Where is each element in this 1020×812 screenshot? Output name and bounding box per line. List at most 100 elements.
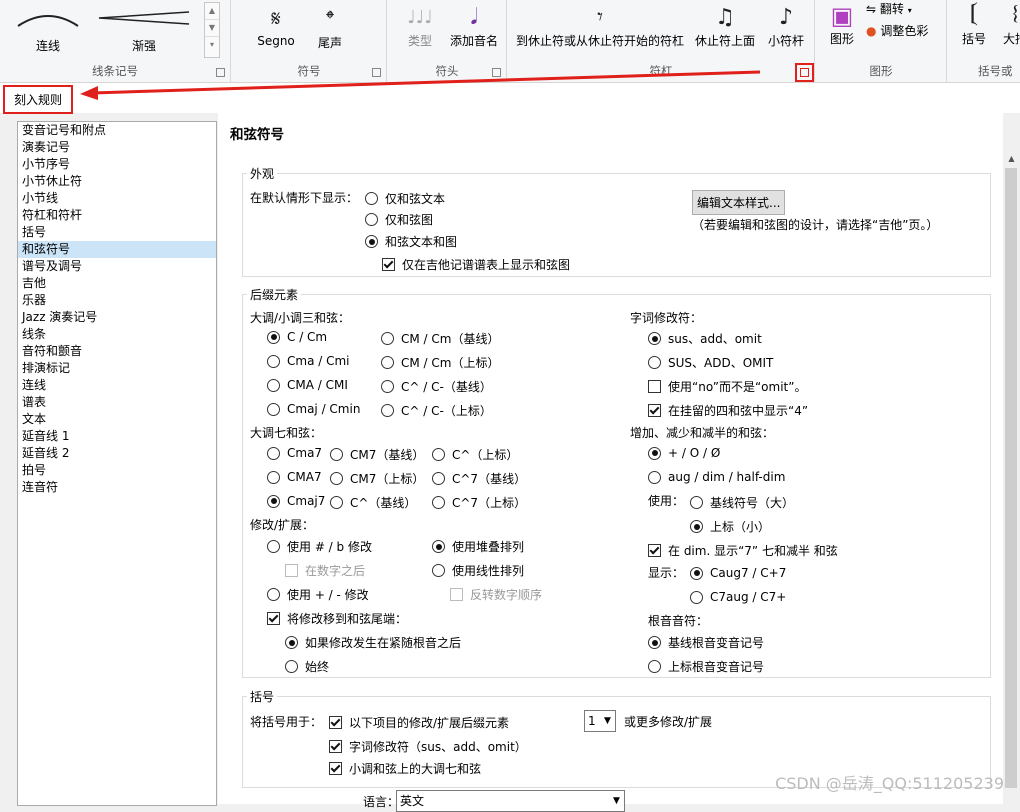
radio-icon[interactable] — [690, 496, 703, 509]
list-item[interactable]: 连线 — [18, 377, 216, 394]
segno-button[interactable]: 𝄋 Segno — [250, 6, 302, 48]
chevron-down-icon[interactable]: ▼ — [600, 711, 615, 731]
checkbox-bracket-mods[interactable]: 以下项目的修改/扩展后缀元素 — [329, 714, 509, 731]
brace-button[interactable]: 𝄔 大括 — [1000, 2, 1020, 47]
radio-icon[interactable] — [267, 354, 280, 368]
checkbox-bracket-lyric[interactable]: 字词修改符（sus、add、omit） — [329, 738, 527, 755]
radio-linear[interactable]: 使用线性排列 — [432, 562, 524, 579]
checkbox-reverse-order[interactable]: 反转数字顺序 — [450, 586, 542, 603]
radio-triad-cm-superscript[interactable]: CM / Cm（上标） — [381, 354, 499, 371]
crescendo-button[interactable]: 渐强 — [96, 4, 192, 54]
radio-icon[interactable] — [267, 588, 280, 601]
radio-icon[interactable] — [285, 660, 298, 673]
radio-icon[interactable] — [381, 404, 394, 417]
list-item[interactable]: 延音线 1 — [18, 428, 216, 445]
list-item[interactable]: 拍号 — [18, 462, 216, 479]
checkbox-icon[interactable] — [329, 762, 342, 775]
radio-icon[interactable] — [267, 470, 280, 484]
beam-from-rest-button[interactable]: 𝄾 到休止符或从休止符开始的符杠 — [512, 4, 688, 49]
list-item[interactable]: 乐器 — [18, 292, 216, 309]
chevron-down-icon[interactable]: ▼ — [609, 791, 624, 811]
scroll-down-icon[interactable]: ▼ — [205, 20, 219, 37]
radio-triad-cma-cmi[interactable]: Cma / Cmi — [267, 354, 350, 368]
radio-icon[interactable] — [432, 540, 445, 553]
radio-icon[interactable] — [381, 332, 394, 345]
slur-button[interactable]: 连线 — [8, 4, 88, 54]
edit-text-style-button[interactable]: 编辑文本样式... — [692, 190, 786, 215]
radio-triad-caret-baseline[interactable]: C^ / C-（基线） — [381, 378, 492, 395]
flip-button[interactable]: ⇋ 翻转 ▾ — [866, 0, 912, 17]
list-item[interactable]: 谱表 — [18, 394, 216, 411]
checkbox-move-mods-to-end[interactable]: 将修改移到和弦尾端： — [267, 610, 407, 627]
list-item[interactable]: 吉他 — [18, 275, 216, 292]
radio-triad-c-cm[interactable]: C / Cm — [267, 330, 327, 344]
radio-triad-cma-cmi-caps[interactable]: CMA / CMI — [267, 378, 348, 392]
radio-icon[interactable] — [648, 446, 661, 460]
radio-icon[interactable] — [330, 496, 343, 509]
radio-maj7-cma7[interactable]: Cma7 — [267, 446, 322, 460]
checkbox-icon[interactable] — [648, 544, 661, 557]
checkbox-icon[interactable] — [285, 564, 298, 577]
list-item[interactable]: 小节序号 — [18, 156, 216, 173]
radio-baseline-large[interactable]: 基线符号（大） — [690, 494, 794, 511]
list-item[interactable]: 文本 — [18, 411, 216, 428]
checkbox-icon[interactable] — [329, 740, 342, 753]
bracket-button[interactable]: 𝄕 括号 — [958, 2, 990, 47]
radio-icon[interactable] — [267, 402, 280, 416]
content-scrollbar[interactable]: ▲ — [1003, 150, 1020, 804]
beam-over-rest-button[interactable]: ♫ 休止符上面 — [692, 4, 758, 49]
list-item[interactable]: 排演标记 — [18, 360, 216, 377]
radio-icon[interactable] — [690, 520, 703, 533]
adjust-color-button[interactable]: ● 调整色彩 — [866, 22, 928, 39]
radio-maj7-caret7-baseline[interactable]: C^7（基线） — [432, 470, 526, 487]
radio-if-after-root[interactable]: 如果修改发生在紧随根音之后 — [285, 634, 461, 651]
language-select[interactable]: 英文 ▼ — [396, 790, 625, 812]
checkbox-bracket-minor-maj7[interactable]: 小调和弦上的大调七和弦 — [329, 760, 481, 777]
checkbox-icon[interactable] — [267, 612, 280, 625]
list-item[interactable]: 演奏记号 — [18, 139, 216, 156]
radio-maj7-caret7-superscript[interactable]: C^7（上标） — [432, 494, 526, 511]
list-item[interactable]: 括号 — [18, 224, 216, 241]
radio-plus-minus-mod[interactable]: 使用 + / - 修改 — [267, 586, 369, 603]
scroll-up-icon[interactable]: ▲ — [205, 3, 219, 20]
list-item[interactable]: 谱号及调号 — [18, 258, 216, 275]
radio-sus-upper[interactable]: SUS、ADD、OMIT — [648, 354, 773, 371]
radio-root-superscript[interactable]: 上标根音变音记号 — [648, 658, 764, 675]
scroll-up-icon[interactable]: ▲ — [1003, 150, 1020, 167]
ribbon-gallery-scroll[interactable]: ▲ ▼ ▾ — [204, 2, 220, 58]
radio-icon[interactable] — [267, 494, 280, 508]
radio-always[interactable]: 始终 — [285, 658, 329, 675]
list-item[interactable]: 连音符 — [18, 479, 216, 496]
radio-icon[interactable] — [267, 330, 280, 344]
radio-maj7-caret-superscript[interactable]: C^（上标） — [432, 446, 518, 463]
radio-icon[interactable] — [648, 636, 661, 649]
radio-caug7[interactable]: Caug7 / C+7 — [690, 566, 786, 580]
checkbox-dim-show-7[interactable]: 在 dim. 显示“7” 七和减半 和弦 — [648, 542, 838, 559]
checkbox-show-4-sus[interactable]: 在挂留的四和弦中显示“4” — [648, 402, 808, 419]
checkbox-icon[interactable] — [382, 258, 395, 271]
notehead-type-button[interactable]: ♩♩♩ 类型 — [396, 4, 444, 49]
list-item[interactable]: 线条 — [18, 326, 216, 343]
radio-icon[interactable] — [648, 660, 661, 673]
radio-triad-caret-superscript[interactable]: C^ / C-（上标） — [381, 402, 492, 419]
radio-stacked[interactable]: 使用堆叠排列 — [432, 538, 524, 555]
radio-chord-text-and-diagram[interactable]: 和弦文本和图 — [365, 233, 457, 250]
radio-icon[interactable] — [285, 636, 298, 649]
radio-sus-lower[interactable]: sus、add、omit — [648, 330, 762, 347]
rules-category-list[interactable]: 变音记号和附点 演奏记号 小节序号 小节休止符 小节线 符杠和符杆 括号 和弦符… — [17, 121, 217, 806]
checkbox-icon[interactable] — [648, 380, 661, 393]
radio-icon[interactable] — [381, 380, 394, 393]
list-item[interactable]: 变音记号和附点 — [18, 122, 216, 139]
radio-icon[interactable] — [648, 470, 661, 484]
radio-icon[interactable] — [365, 192, 378, 205]
radio-icon[interactable] — [690, 566, 703, 580]
radio-maj7-cmaj7[interactable]: Cmaj7 — [267, 494, 325, 508]
list-item-selected[interactable]: 和弦符号 — [18, 241, 216, 258]
list-item[interactable]: 延音线 2 — [18, 445, 216, 462]
radio-text-aug[interactable]: aug / dim / half-dim — [648, 470, 785, 484]
list-item[interactable]: 小节休止符 — [18, 173, 216, 190]
add-note-name-button[interactable]: 𝅘𝅥 添加音名 — [446, 4, 502, 49]
checkbox-icon[interactable] — [648, 404, 661, 417]
radio-maj7-cm7-baseline[interactable]: CM7（基线） — [330, 446, 424, 463]
radio-superscript-small[interactable]: 上标（小） — [690, 518, 770, 535]
